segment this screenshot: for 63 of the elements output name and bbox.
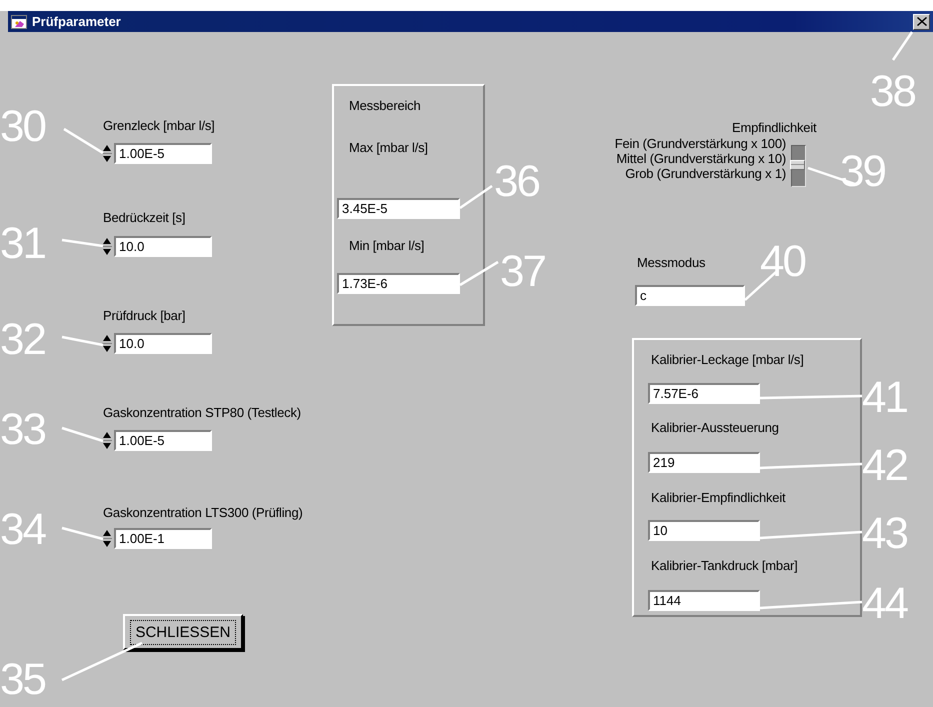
numeric-field[interactable]: 10: [648, 520, 760, 541]
leader-line: [63, 128, 104, 154]
slider-tick-label: Mittel (Grundverstärkung x 10): [616, 151, 786, 166]
leader-line: [892, 31, 914, 61]
field-label: Prüfdruck [bar]: [103, 308, 186, 323]
up-down-arrows-icon: [102, 334, 112, 353]
numeric-field[interactable]: 1.00E-5: [114, 143, 212, 164]
callout-number: 40: [760, 240, 805, 284]
field-label: Min [mbar l/s]: [349, 238, 424, 253]
callout-number: 39: [840, 150, 885, 194]
up-down-arrows-icon: [102, 529, 112, 548]
callout-number: 43: [862, 512, 907, 556]
up-down-arrows-icon: [102, 431, 112, 450]
field-label: Messmodus: [637, 255, 706, 270]
numeric-field[interactable]: 1.00E-1: [114, 528, 212, 549]
numeric-field[interactable]: 1144: [648, 590, 760, 611]
numeric-field[interactable]: 219: [648, 452, 760, 473]
field-label: Gaskonzentration LTS300 (Prüfling): [103, 505, 303, 520]
group-title: Messbereich: [349, 98, 420, 113]
callout-number: 30: [0, 105, 45, 149]
leader-line: [62, 238, 104, 248]
callout-number: 32: [0, 318, 45, 362]
leader-line: [62, 426, 104, 442]
leader-line: [62, 526, 104, 540]
callout-number: 34: [0, 508, 45, 552]
app-icon: [11, 14, 27, 28]
text-field[interactable]: c: [635, 285, 745, 306]
close-icon: [916, 17, 926, 26]
callout-number: 42: [862, 444, 907, 488]
callout-number: 37: [500, 250, 545, 294]
field-label: Kalibrier-Aussteuerung: [651, 420, 779, 435]
close-dialog-button[interactable]: SCHLIESSEN: [123, 614, 243, 650]
window-title: Prüfparameter: [32, 14, 122, 29]
slider-tick-label: Fein (Grundverstärkung x 100): [614, 136, 786, 151]
field-label: Kalibrier-Tankdruck [mbar]: [651, 558, 798, 573]
close-button[interactable]: [913, 14, 930, 30]
field-label: Kalibrier-Empfindlichkeit: [651, 490, 786, 505]
callout-number: 41: [862, 376, 907, 420]
callout-number: 31: [0, 222, 45, 266]
numeric-field[interactable]: 10.0: [114, 236, 212, 257]
leader-line: [459, 184, 493, 210]
up-down-arrows-icon: [102, 144, 112, 163]
leader-line: [459, 260, 499, 286]
callout-number: 33: [0, 408, 45, 452]
numeric-field[interactable]: 10.0: [114, 333, 212, 354]
field-label: Gaskonzentration STP80 (Testleck): [103, 405, 301, 420]
numeric-field[interactable]: 3.45E-5: [337, 198, 460, 219]
callout-number: 38: [870, 70, 915, 114]
field-label: Kalibrier-Leckage [mbar l/s]: [651, 352, 804, 367]
callout-number: 36: [494, 160, 539, 204]
slider-thumb[interactable]: [790, 160, 805, 170]
callout-number: 44: [862, 582, 907, 626]
callout-number: 35: [0, 658, 45, 702]
slider-tick-label: Grob (Grundverstärkung x 1): [625, 166, 786, 181]
field-label: Max [mbar l/s]: [349, 140, 428, 155]
numeric-field[interactable]: 1.00E-5: [114, 430, 212, 451]
slider-title: Empfindlichkeit: [732, 120, 816, 135]
leader-line: [62, 336, 104, 346]
numeric-field[interactable]: 1.73E-6: [337, 273, 460, 294]
numeric-field[interactable]: 7.57E-6: [648, 383, 760, 404]
field-label: Grenzleck [mbar l/s]: [103, 118, 215, 133]
up-down-arrows-icon: [102, 237, 112, 256]
field-label: Bedrückzeit [s]: [103, 210, 186, 225]
